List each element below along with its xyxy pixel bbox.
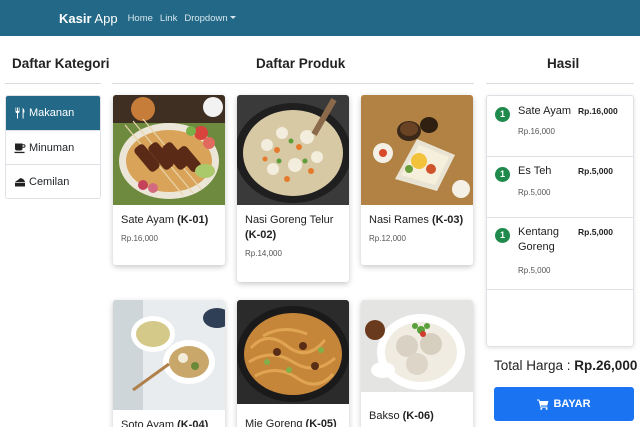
pay-button[interactable]: BAYAR [494, 387, 634, 421]
result-item-unit-price: Rp.16,000 [518, 127, 555, 136]
result-item-unit-price: Rp.5,000 [518, 266, 551, 275]
product-image-mie-goreng [237, 300, 349, 404]
result-item-total: Rp.5,000 [578, 166, 613, 176]
product-price: Rp.16,000 [121, 234, 158, 243]
product-name: Bakso (K-06) [369, 410, 434, 422]
result-item-total: Rp.5,000 [578, 227, 613, 237]
nav-dropdown[interactable]: Dropdown [184, 12, 236, 24]
category-label: Makanan [29, 107, 75, 119]
product-card-k03[interactable]: Nasi Rames (K-03) Rp.12,000 [361, 95, 473, 265]
product-card-k06[interactable]: Bakso (K-06) [361, 300, 473, 427]
qty-badge: 1 [495, 228, 510, 243]
product-card-k01[interactable]: Sate Ayam (K-01) Rp.16,000 [113, 95, 225, 265]
product-title: Daftar Produk [256, 56, 346, 71]
nav-dropdown-label: Dropdown [184, 12, 228, 24]
category-title: Daftar Kategori [12, 56, 110, 71]
total-label: Total Harga : [494, 358, 575, 373]
product-image-sate-ayam [113, 95, 225, 205]
result-item-total: Rp.16,000 [578, 106, 618, 116]
result-item-name: Es Teh [518, 165, 552, 177]
result-item[interactable]: 1 Es Teh Rp.5,000 Rp.5,000 [487, 157, 633, 218]
result-item[interactable]: 1 Kentang Goreng Rp.5,000 Rp.5,000 [487, 218, 633, 290]
product-card-k02[interactable]: Nasi Goreng Telur (K-02) Rp.14,000 [237, 95, 349, 282]
pay-button-label: BAYAR [553, 398, 591, 410]
nav-link-home[interactable]: Home [128, 13, 153, 24]
result-list: 1 Sate Ayam Rp.16,000 Rp.16,000 1 Es Teh… [486, 95, 634, 347]
product-card-k04[interactable]: Soto Ayam (K-04) [113, 300, 225, 427]
product-name: Soto Ayam (K-04) [121, 419, 209, 427]
brand-link[interactable]: Kasir App [59, 11, 118, 26]
result-item-unit-price: Rp.5,000 [518, 188, 551, 197]
result-title: Hasil [547, 56, 580, 71]
product-name: Mie Goreng (K-05) [245, 418, 337, 427]
cheese-icon [15, 177, 25, 186]
product-price: Rp.14,000 [245, 249, 282, 258]
result-divider [486, 83, 634, 84]
product-name: Nasi Rames (K-03) [369, 214, 464, 226]
nav-link-link[interactable]: Link [160, 13, 177, 24]
navbar: Kasir App Home Link Dropdown [0, 0, 640, 36]
total-price: Total Harga : Rp.26,000 [494, 358, 637, 373]
result-item-name: Kentang Goreng [518, 226, 559, 253]
total-value: Rp.26,000 [574, 358, 638, 373]
category-divider [5, 83, 101, 84]
product-image-bakso [361, 300, 473, 392]
coffee-icon [14, 143, 26, 153]
shopping-cart-icon [537, 399, 549, 410]
product-image-soto-ayam [113, 300, 225, 410]
caret-down-icon [229, 16, 236, 20]
category-item-makanan[interactable]: Makanan [6, 96, 100, 130]
result-item[interactable]: 1 Sate Ayam Rp.16,000 Rp.16,000 [487, 96, 633, 157]
category-item-minuman[interactable]: Minuman [6, 130, 100, 164]
product-name: Nasi Goreng Telur (K-02) [245, 214, 334, 241]
utensils-icon [15, 107, 25, 119]
category-label: Minuman [29, 141, 75, 154]
qty-badge: 1 [495, 107, 510, 122]
product-image-nasi-goreng-telur [237, 95, 349, 205]
category-list: Makanan Minuman Cemilan [5, 95, 101, 199]
result-item-name: Sate Ayam [518, 105, 571, 117]
product-price: Rp.12,000 [369, 234, 406, 243]
category-label: Cemilan [29, 175, 70, 188]
qty-badge: 1 [495, 167, 510, 182]
product-name: Sate Ayam (K-01) [121, 214, 209, 226]
product-card-k05[interactable]: Mie Goreng (K-05) [237, 300, 349, 427]
category-item-cemilan[interactable]: Cemilan [6, 164, 100, 198]
product-divider [112, 83, 474, 84]
product-image-nasi-rames [361, 95, 473, 205]
